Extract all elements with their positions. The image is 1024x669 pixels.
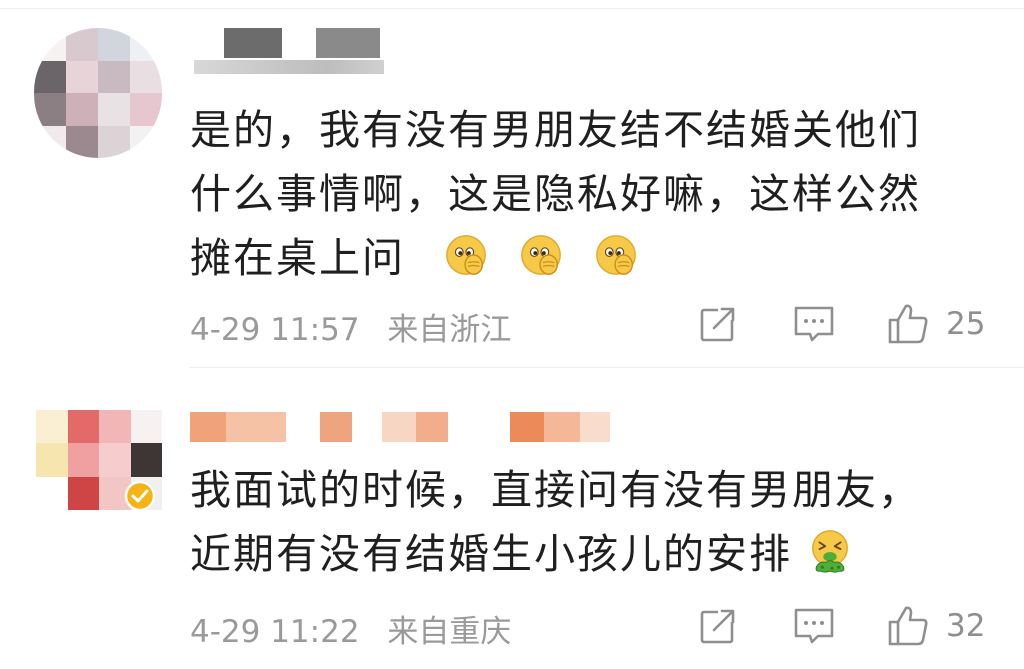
comment-text-line: 我面试的时候，直接问有没有男朋友， (190, 466, 921, 514)
comment-text-line: 什么事情啊，这是隐私好嘛，这样公然 (190, 170, 921, 218)
repost-icon (700, 306, 736, 342)
shy-peek-emoji-icon (446, 235, 486, 275)
comment-time: 4-29 11:22 (190, 614, 360, 650)
repost-icon (700, 608, 736, 644)
comment-button[interactable] (792, 304, 836, 344)
username[interactable] (190, 412, 610, 452)
comment-text-line: 摊在桌上问 (190, 226, 921, 290)
thumbs-up-icon (888, 606, 928, 646)
comment-button[interactable] (792, 606, 836, 646)
comment-meta: 4-29 11:22 来自重庆 (190, 606, 511, 651)
like-button[interactable]: 25 (886, 302, 985, 346)
username-tail (194, 60, 384, 74)
shy-peek-emoji-icon (521, 235, 562, 275)
comment-icon (794, 608, 834, 644)
comment-location: 来自重庆 (387, 614, 512, 650)
repost-button[interactable] (698, 304, 738, 344)
verified-badge-icon (124, 480, 156, 512)
comment-text-line: 是的，我有没有男朋友结不结婚关他们 (190, 106, 921, 154)
like-button[interactable]: 32 (886, 604, 985, 648)
comment-text: 是的，我有没有男朋友结不结婚关他们 什么事情啊，这是隐私好嘛，这样公然 摊在桌上… (190, 98, 921, 290)
comment-location: 来自浙江 (387, 312, 512, 348)
comment-text-line: 近期有没有结婚生小孩儿的安排 (190, 522, 921, 586)
comment-icon (794, 306, 834, 342)
shy-peek-emoji-icon (596, 235, 637, 275)
like-count: 32 (946, 608, 986, 644)
comment-item: 是的，我有没有男朋友结不结婚关他们 什么事情啊，这是隐私好嘛，这样公然 摊在桌上… (0, 0, 1024, 360)
thumbs-up-icon (888, 304, 928, 344)
comment-item: 我面试的时候，直接问有没有男朋友， 近期有没有结婚生小孩儿的安排 4-29 11… (0, 368, 1024, 669)
comment-meta: 4-29 11:57 来自浙江 (190, 304, 511, 349)
comment-text: 我面试的时候，直接问有没有男朋友， 近期有没有结婚生小孩儿的安排 (190, 458, 921, 586)
like-count: 25 (946, 306, 986, 342)
comment-time: 4-29 11:57 (190, 312, 360, 348)
avatar[interactable] (34, 28, 162, 158)
repost-button[interactable] (698, 606, 738, 646)
vomit-emoji-icon (812, 530, 849, 573)
